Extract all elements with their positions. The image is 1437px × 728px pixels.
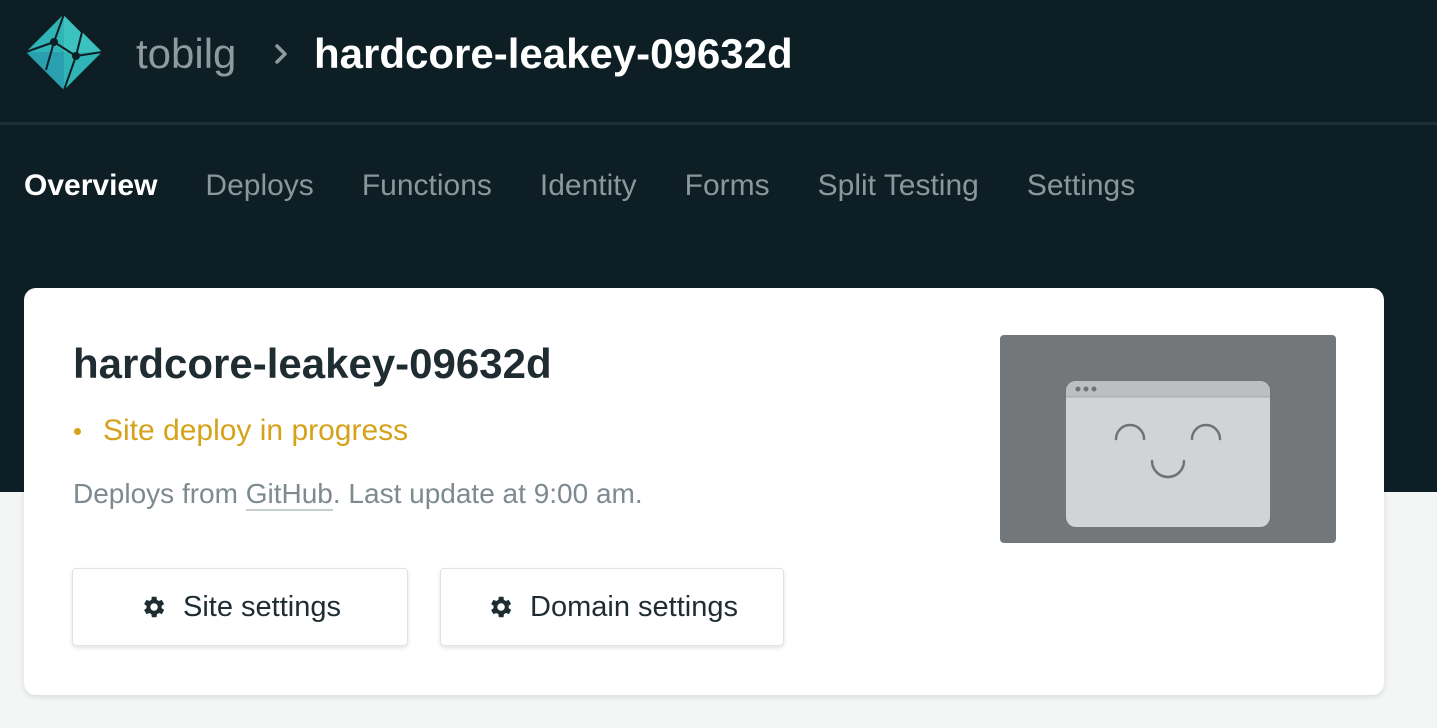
github-link[interactable]: GitHub: [245, 478, 333, 511]
site-preview[interactable]: [1000, 335, 1336, 543]
smiling-browser-icon: [1066, 381, 1270, 527]
status-dot-icon: [74, 427, 81, 435]
tab-overview[interactable]: Overview: [24, 169, 157, 203]
card-site-name: hardcore-leakey-09632d: [73, 340, 552, 387]
gear-icon: [491, 596, 512, 618]
domain-settings-label: Domain settings: [530, 590, 738, 623]
deploy-info-suffix: . Last update at 9:00 am.: [332, 478, 643, 509]
tab-split-testing[interactable]: Split Testing: [818, 169, 979, 203]
top-bar: tobilg hardcore-leakey-09632d: [0, 0, 1437, 125]
tab-identity[interactable]: Identity: [540, 169, 637, 203]
topbar-divider: [0, 122, 1437, 125]
gear-icon: [144, 596, 165, 618]
site-settings-label: Site settings: [183, 590, 341, 623]
netlify-logo-icon[interactable]: [24, 12, 104, 92]
deploy-info-prefix: Deploys from: [73, 478, 246, 509]
tab-forms[interactable]: Forms: [685, 169, 770, 203]
deploy-status-text: Site deploy in progress: [103, 414, 409, 447]
site-overview-card: hardcore-leakey-09632d Site deploy in pr…: [24, 288, 1384, 695]
domain-settings-button[interactable]: Domain settings: [440, 568, 784, 646]
site-nav-tabs: Overview Deploys Functions Identity Form…: [24, 160, 1183, 212]
breadcrumb-team[interactable]: tobilg: [136, 28, 236, 80]
tab-settings[interactable]: Settings: [1027, 169, 1135, 203]
breadcrumb-site[interactable]: hardcore-leakey-09632d: [314, 28, 793, 80]
tab-functions[interactable]: Functions: [362, 169, 492, 203]
site-settings-button[interactable]: Site settings: [72, 568, 408, 646]
site-overview-page: tobilg hardcore-leakey-09632d Overview D…: [0, 0, 1437, 728]
deploy-info: Deploys from GitHub. Last update at 9:00…: [73, 478, 643, 511]
deploy-status: Site deploy in progress: [74, 414, 408, 448]
chevron-right-icon: [272, 28, 296, 80]
tab-deploys[interactable]: Deploys: [205, 169, 313, 203]
